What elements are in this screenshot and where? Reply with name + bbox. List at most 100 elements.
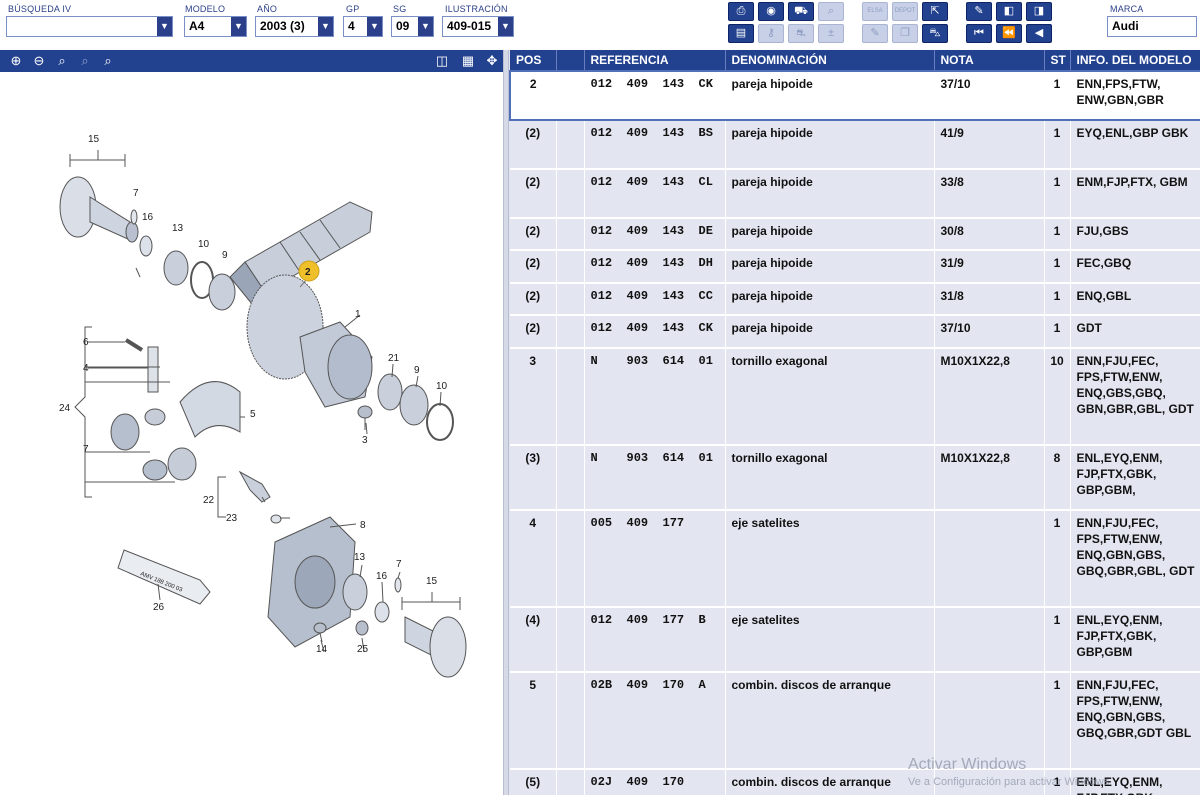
print-icon[interactable]: ⎙	[728, 2, 754, 21]
callout-15b[interactable]: 15	[426, 576, 438, 587]
part-flange-lower[interactable]	[401, 592, 467, 678]
part-flange-upper[interactable]	[59, 150, 139, 243]
header-denominacion[interactable]: DENOMINACIÓN	[725, 50, 935, 71]
cart-icon[interactable]: ⛍	[922, 24, 948, 43]
part-circlip-7[interactable]	[130, 209, 138, 225]
part-seal-16b[interactable]	[374, 601, 390, 623]
part-shim-10b[interactable]	[426, 403, 454, 441]
part-bearing-9[interactable]	[208, 273, 236, 311]
first-icon[interactable]: ⏮	[966, 24, 992, 43]
part-bearing-13b[interactable]	[342, 573, 368, 611]
part-circlip-7b[interactable]	[394, 577, 402, 593]
part-bearing-9b[interactable]	[399, 384, 429, 426]
chevron-down-icon[interactable]: ▼	[418, 17, 433, 36]
part-bearing-21[interactable]	[377, 373, 403, 411]
split-view-icon[interactable]: ◫	[432, 51, 452, 71]
chevron-down-icon[interactable]: ▼	[318, 17, 333, 36]
part-seal-16[interactable]	[139, 235, 153, 257]
callout-7c[interactable]: 7	[396, 559, 402, 570]
part-differential-housing-1[interactable]	[299, 321, 373, 408]
callout-9[interactable]: 9	[222, 250, 228, 261]
ilustracion-select[interactable]: 409-015 ▼	[442, 16, 514, 37]
zoom-fit-icon[interactable]: ⌕	[52, 51, 72, 71]
zoom-out-icon[interactable]: ⊖	[29, 51, 49, 71]
table-row[interactable]: (2) 012 409 143 BS pareja hipoide 41/9 1 E…	[510, 120, 1200, 170]
callout-16b[interactable]: 16	[376, 571, 388, 582]
next-page-icon[interactable]: ◨	[1026, 2, 1052, 21]
part-pin-6[interactable]	[124, 338, 144, 352]
part-satellite-gear[interactable]	[110, 413, 140, 451]
callout-1[interactable]: 1	[355, 309, 361, 320]
chevron-down-icon[interactable]: ▼	[498, 17, 513, 36]
part-side-gear[interactable]	[142, 459, 168, 481]
table-row[interactable]: (2) 012 409 143 CL pareja hipoide 33/8 1 E…	[510, 169, 1200, 219]
anio-select[interactable]: 2003 (3) ▼	[255, 16, 334, 37]
previous-icon[interactable]: ⏪	[996, 24, 1022, 43]
part-sender-22[interactable]	[238, 470, 271, 503]
chevron-down-icon[interactable]: ▼	[367, 17, 382, 36]
table-row[interactable]: (2) 012 409 143 DE pareja hipoide 30/8 1 F…	[510, 218, 1200, 251]
table-row-selected[interactable]: 2 012 409 143 CK pareja hipoide 37/10 1 EN…	[509, 70, 1200, 121]
callout-6[interactable]: 6	[83, 337, 89, 348]
callout-7b[interactable]: 7	[83, 444, 89, 455]
table-view-icon[interactable]: ▦	[458, 51, 478, 71]
busqueda-select[interactable]: ▼	[6, 16, 173, 37]
sg-select[interactable]: 09 ▼	[391, 16, 434, 37]
header-info[interactable]: INFO. DEL MODELO	[1070, 50, 1200, 71]
list-icon[interactable]: ▤	[728, 24, 754, 43]
header-referencia[interactable]: REFERENCIA	[584, 50, 726, 71]
header-pos[interactable]: POS	[510, 50, 557, 71]
callout-2-highlight[interactable]: 2	[298, 260, 320, 282]
callout-2[interactable]: 2	[305, 267, 311, 278]
back-icon[interactable]: ◀	[1026, 24, 1052, 43]
callout-13[interactable]: 13	[172, 223, 184, 234]
cart-export-icon[interactable]: ⇱	[922, 2, 948, 21]
callout-13b[interactable]: 13	[354, 552, 366, 563]
zoom-reset-icon[interactable]: ⌕	[98, 51, 118, 71]
chevron-down-icon[interactable]: ▼	[157, 17, 172, 36]
table-row[interactable]: 4 005 409 177 eje satelites 1 ENN,FJU,FEC…	[510, 510, 1200, 608]
callout-7[interactable]: 7	[133, 188, 139, 199]
callout-10b[interactable]: 10	[436, 381, 448, 392]
modelo-select[interactable]: A4 ▼	[184, 16, 247, 37]
table-row[interactable]: (2) 012 409 143 DH pareja hipoide 31/9 1 F…	[510, 250, 1200, 284]
part-side-gear-b[interactable]	[167, 447, 197, 481]
part-bolt-3[interactable]	[357, 405, 373, 430]
part-sealant-tube-26[interactable]	[117, 549, 211, 605]
callout-23[interactable]: 23	[226, 513, 238, 524]
table-row[interactable]: (5) 02J 409 170 combin. discos de arranqu…	[510, 769, 1200, 795]
table-row[interactable]: (3) N 903 614 01 tornillo exagonal M10X1X…	[510, 445, 1200, 511]
callout-14[interactable]: 14	[316, 644, 328, 655]
table-row[interactable]: 3 N 903 614 01 tornillo exagonal M10X1X22…	[510, 348, 1200, 446]
header-nota[interactable]: NOTA	[934, 50, 1045, 71]
table-row[interactable]: (2) 012 409 143 CC pareja hipoide 31/8 1 E…	[510, 283, 1200, 316]
callout-8[interactable]: 8	[360, 520, 366, 531]
table-row[interactable]: (4) 012 409 177 Beje satelites 1 ENL,EYQ…	[510, 607, 1200, 673]
zoom-in-icon[interactable]: ⊕	[6, 51, 26, 71]
callout-24[interactable]: 24	[59, 403, 71, 414]
gp-select[interactable]: 4 ▼	[343, 16, 383, 37]
part-axle-4[interactable]	[147, 346, 159, 393]
callout-5[interactable]: 5	[250, 409, 256, 420]
callout-4[interactable]: 4	[83, 363, 89, 374]
table-row[interactable]: (2) 012 409 143 CK pareja hipoide 37/10 1 …	[510, 315, 1200, 349]
callout-10[interactable]: 10	[198, 239, 210, 250]
callout-22[interactable]: 22	[203, 495, 215, 506]
vehicle-icon[interactable]: ⛟	[788, 2, 814, 21]
table-row[interactable]: 5 02B 409 170 Acombin. discos de arranqu…	[510, 672, 1200, 770]
fullscreen-arrows-icon[interactable]: ✥	[482, 51, 502, 71]
part-bearing-13[interactable]	[163, 250, 189, 286]
pin-icon[interactable]: ✎	[966, 2, 992, 21]
part-plug-25[interactable]	[355, 620, 369, 636]
prev-page-icon[interactable]: ◧	[996, 2, 1022, 21]
callout-16[interactable]: 16	[142, 212, 154, 223]
chevron-down-icon[interactable]: ▼	[231, 17, 246, 36]
part-bracket-5[interactable]	[179, 381, 241, 438]
part-satellite-gear-b[interactable]	[144, 408, 166, 426]
callout-21[interactable]: 21	[388, 353, 400, 364]
part-oring-23[interactable]	[270, 514, 282, 524]
callout-26[interactable]: 26	[153, 602, 165, 613]
header-st[interactable]: ST	[1044, 50, 1071, 71]
marca-select[interactable]: Audi	[1107, 16, 1197, 37]
callout-15[interactable]: 15	[88, 134, 100, 145]
